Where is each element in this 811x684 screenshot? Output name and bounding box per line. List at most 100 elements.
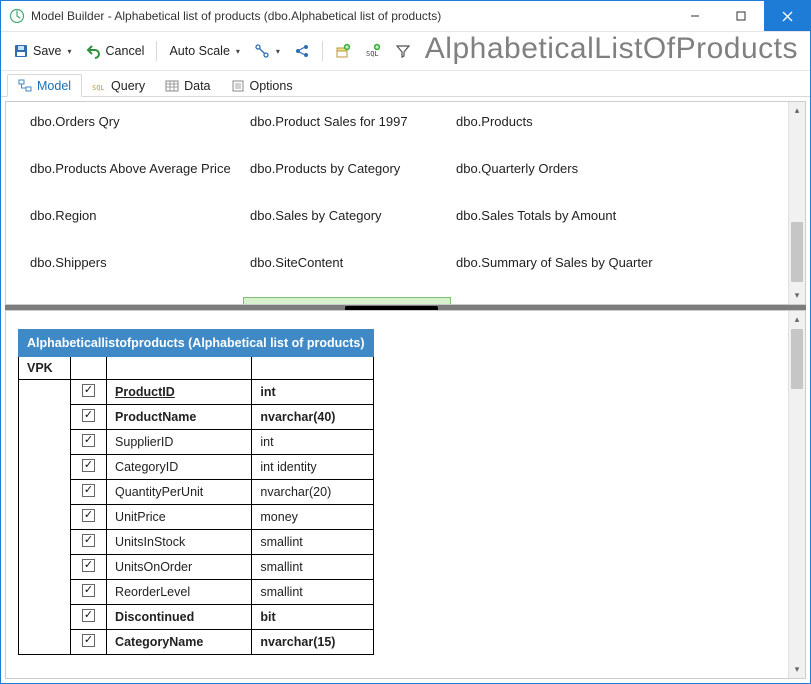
chevron-down-icon: ▾ [276, 47, 280, 56]
tab-query[interactable]: SQL Query [82, 75, 155, 96]
checkbox-icon[interactable] [82, 484, 95, 497]
scroll-thumb[interactable] [791, 329, 803, 389]
model-row[interactable]: UnitsInStocksmallint [19, 530, 374, 555]
object-item[interactable]: dbo.Region [24, 204, 244, 227]
model-row[interactable]: CategoryIDint identity [19, 455, 374, 480]
checkbox-cell[interactable] [70, 430, 106, 455]
field-type: smallint [252, 555, 373, 580]
checkbox-icon[interactable] [82, 459, 95, 472]
object-item[interactable]: dbo.Sales Totals by Amount [450, 204, 778, 227]
object-item[interactable]: dbo.Orders Qry [24, 110, 244, 133]
checkbox-cell[interactable] [70, 505, 106, 530]
checkbox-cell[interactable] [70, 630, 106, 655]
scrollbar-vertical[interactable]: ▴ ▾ [788, 311, 805, 678]
field-name: Discontinued [107, 605, 252, 630]
maximize-button[interactable] [718, 1, 764, 31]
model-row[interactable]: UnitPricemoney [19, 505, 374, 530]
app-icon [9, 8, 25, 24]
add-sql-icon: SQL [365, 43, 381, 59]
checkbox-cell[interactable] [70, 455, 106, 480]
object-item[interactable]: dbo.Products Above Average Price [24, 157, 244, 180]
share-button[interactable] [288, 40, 316, 62]
object-item[interactable]: dbo.Shippers [24, 251, 244, 274]
tab-model[interactable]: Model [7, 74, 82, 97]
scroll-down-icon[interactable]: ▾ [789, 287, 805, 304]
field-type: bit [252, 605, 373, 630]
scroll-up-icon[interactable]: ▴ [789, 311, 805, 328]
app-window: Model Builder - Alphabetical list of pro… [0, 0, 811, 684]
object-item[interactable]: dbo.Suppliers [243, 297, 451, 304]
column-header-vpk: VPK [19, 357, 71, 380]
scroll-up-icon[interactable]: ▴ [789, 102, 805, 119]
checkbox-cell[interactable] [70, 480, 106, 505]
checkbox-icon[interactable] [82, 609, 95, 622]
object-item[interactable]: dbo.SiteContent [244, 251, 450, 274]
relation-menu-button[interactable]: ▾ [248, 40, 286, 62]
funnel-icon [395, 43, 411, 59]
field-type: money [252, 505, 373, 530]
model-row[interactable]: ProductIDint [19, 380, 374, 405]
field-type: nvarchar(15) [252, 630, 373, 655]
object-item[interactable]: dbo.Territories [450, 298, 778, 304]
add-object-button[interactable] [329, 40, 357, 62]
objects-grid[interactable]: dbo.Orders Qrydbo.Product Sales for 1997… [6, 102, 788, 304]
scroll-down-icon[interactable]: ▾ [789, 661, 805, 678]
field-name: UnitPrice [107, 505, 252, 530]
auto-scale-button[interactable]: Auto Scale ▾ [163, 41, 245, 61]
field-name: ProductID [107, 380, 252, 405]
tab-data[interactable]: Data [155, 75, 220, 96]
vpk-cell [19, 530, 71, 555]
column-header-name [107, 357, 252, 380]
checkbox-icon[interactable] [82, 584, 95, 597]
cancel-button[interactable]: Cancel [80, 40, 151, 62]
field-name: CategoryName [107, 630, 252, 655]
object-item[interactable]: dbo.Product Sales for 1997 [244, 110, 450, 133]
filter-button[interactable] [389, 40, 417, 62]
checkbox-icon[interactable] [82, 434, 95, 447]
checkbox-icon[interactable] [82, 634, 95, 647]
object-item[interactable]: dbo.Products by Category [244, 157, 450, 180]
object-item[interactable]: dbo.Quarterly Orders [450, 157, 778, 180]
object-item[interactable]: dbo.Sales by Category [244, 204, 450, 227]
model-row[interactable]: ReorderLevelsmallint [19, 580, 374, 605]
vpk-cell [19, 605, 71, 630]
checkbox-cell[interactable] [70, 530, 106, 555]
model-table-title: Alphabeticallistofproducts (Alphabetical… [19, 330, 374, 357]
separator [156, 41, 157, 61]
object-item[interactable]: dbo.Summary of Sales by Year [24, 298, 244, 304]
object-item[interactable]: dbo.Products [450, 110, 778, 133]
model-row[interactable]: ProductNamenvarchar(40) [19, 405, 374, 430]
cancel-label: Cancel [106, 44, 145, 58]
add-sql-button[interactable]: SQL [359, 40, 387, 62]
checkbox-cell[interactable] [70, 605, 106, 630]
save-button[interactable]: Save ▾ [7, 40, 78, 62]
model-row[interactable]: QuantityPerUnitnvarchar(20) [19, 480, 374, 505]
checkbox-icon[interactable] [82, 534, 95, 547]
vpk-cell [19, 480, 71, 505]
checkbox-cell[interactable] [70, 380, 106, 405]
model-table: Alphabeticallistofproducts (Alphabetical… [18, 329, 374, 655]
model-row[interactable]: UnitsOnOrdersmallint [19, 555, 374, 580]
model-row[interactable]: CategoryNamenvarchar(15) [19, 630, 374, 655]
tab-label: Options [250, 79, 293, 93]
checkbox-icon[interactable] [82, 409, 95, 422]
object-item[interactable]: dbo.Summary of Sales by Quarter [450, 251, 778, 274]
checkbox-icon[interactable] [82, 509, 95, 522]
minimize-button[interactable] [672, 1, 718, 31]
close-button[interactable] [764, 1, 810, 31]
checkbox-cell[interactable] [70, 555, 106, 580]
model-panel-body[interactable]: Alphabeticallistofproducts (Alphabetical… [6, 311, 788, 678]
model-row[interactable]: Discontinuedbit [19, 605, 374, 630]
checkbox-icon[interactable] [82, 559, 95, 572]
model-row[interactable]: SupplierIDint [19, 430, 374, 455]
checkbox-icon[interactable] [82, 384, 95, 397]
tab-options[interactable]: Options [221, 75, 303, 96]
scrollbar-vertical[interactable]: ▴ ▾ [788, 102, 805, 304]
scroll-thumb[interactable] [791, 222, 803, 282]
column-header-check [70, 357, 106, 380]
separator [322, 41, 323, 61]
field-name: SupplierID [107, 430, 252, 455]
checkbox-cell[interactable] [70, 580, 106, 605]
checkbox-cell[interactable] [70, 405, 106, 430]
chevron-down-icon: ▾ [236, 47, 240, 56]
